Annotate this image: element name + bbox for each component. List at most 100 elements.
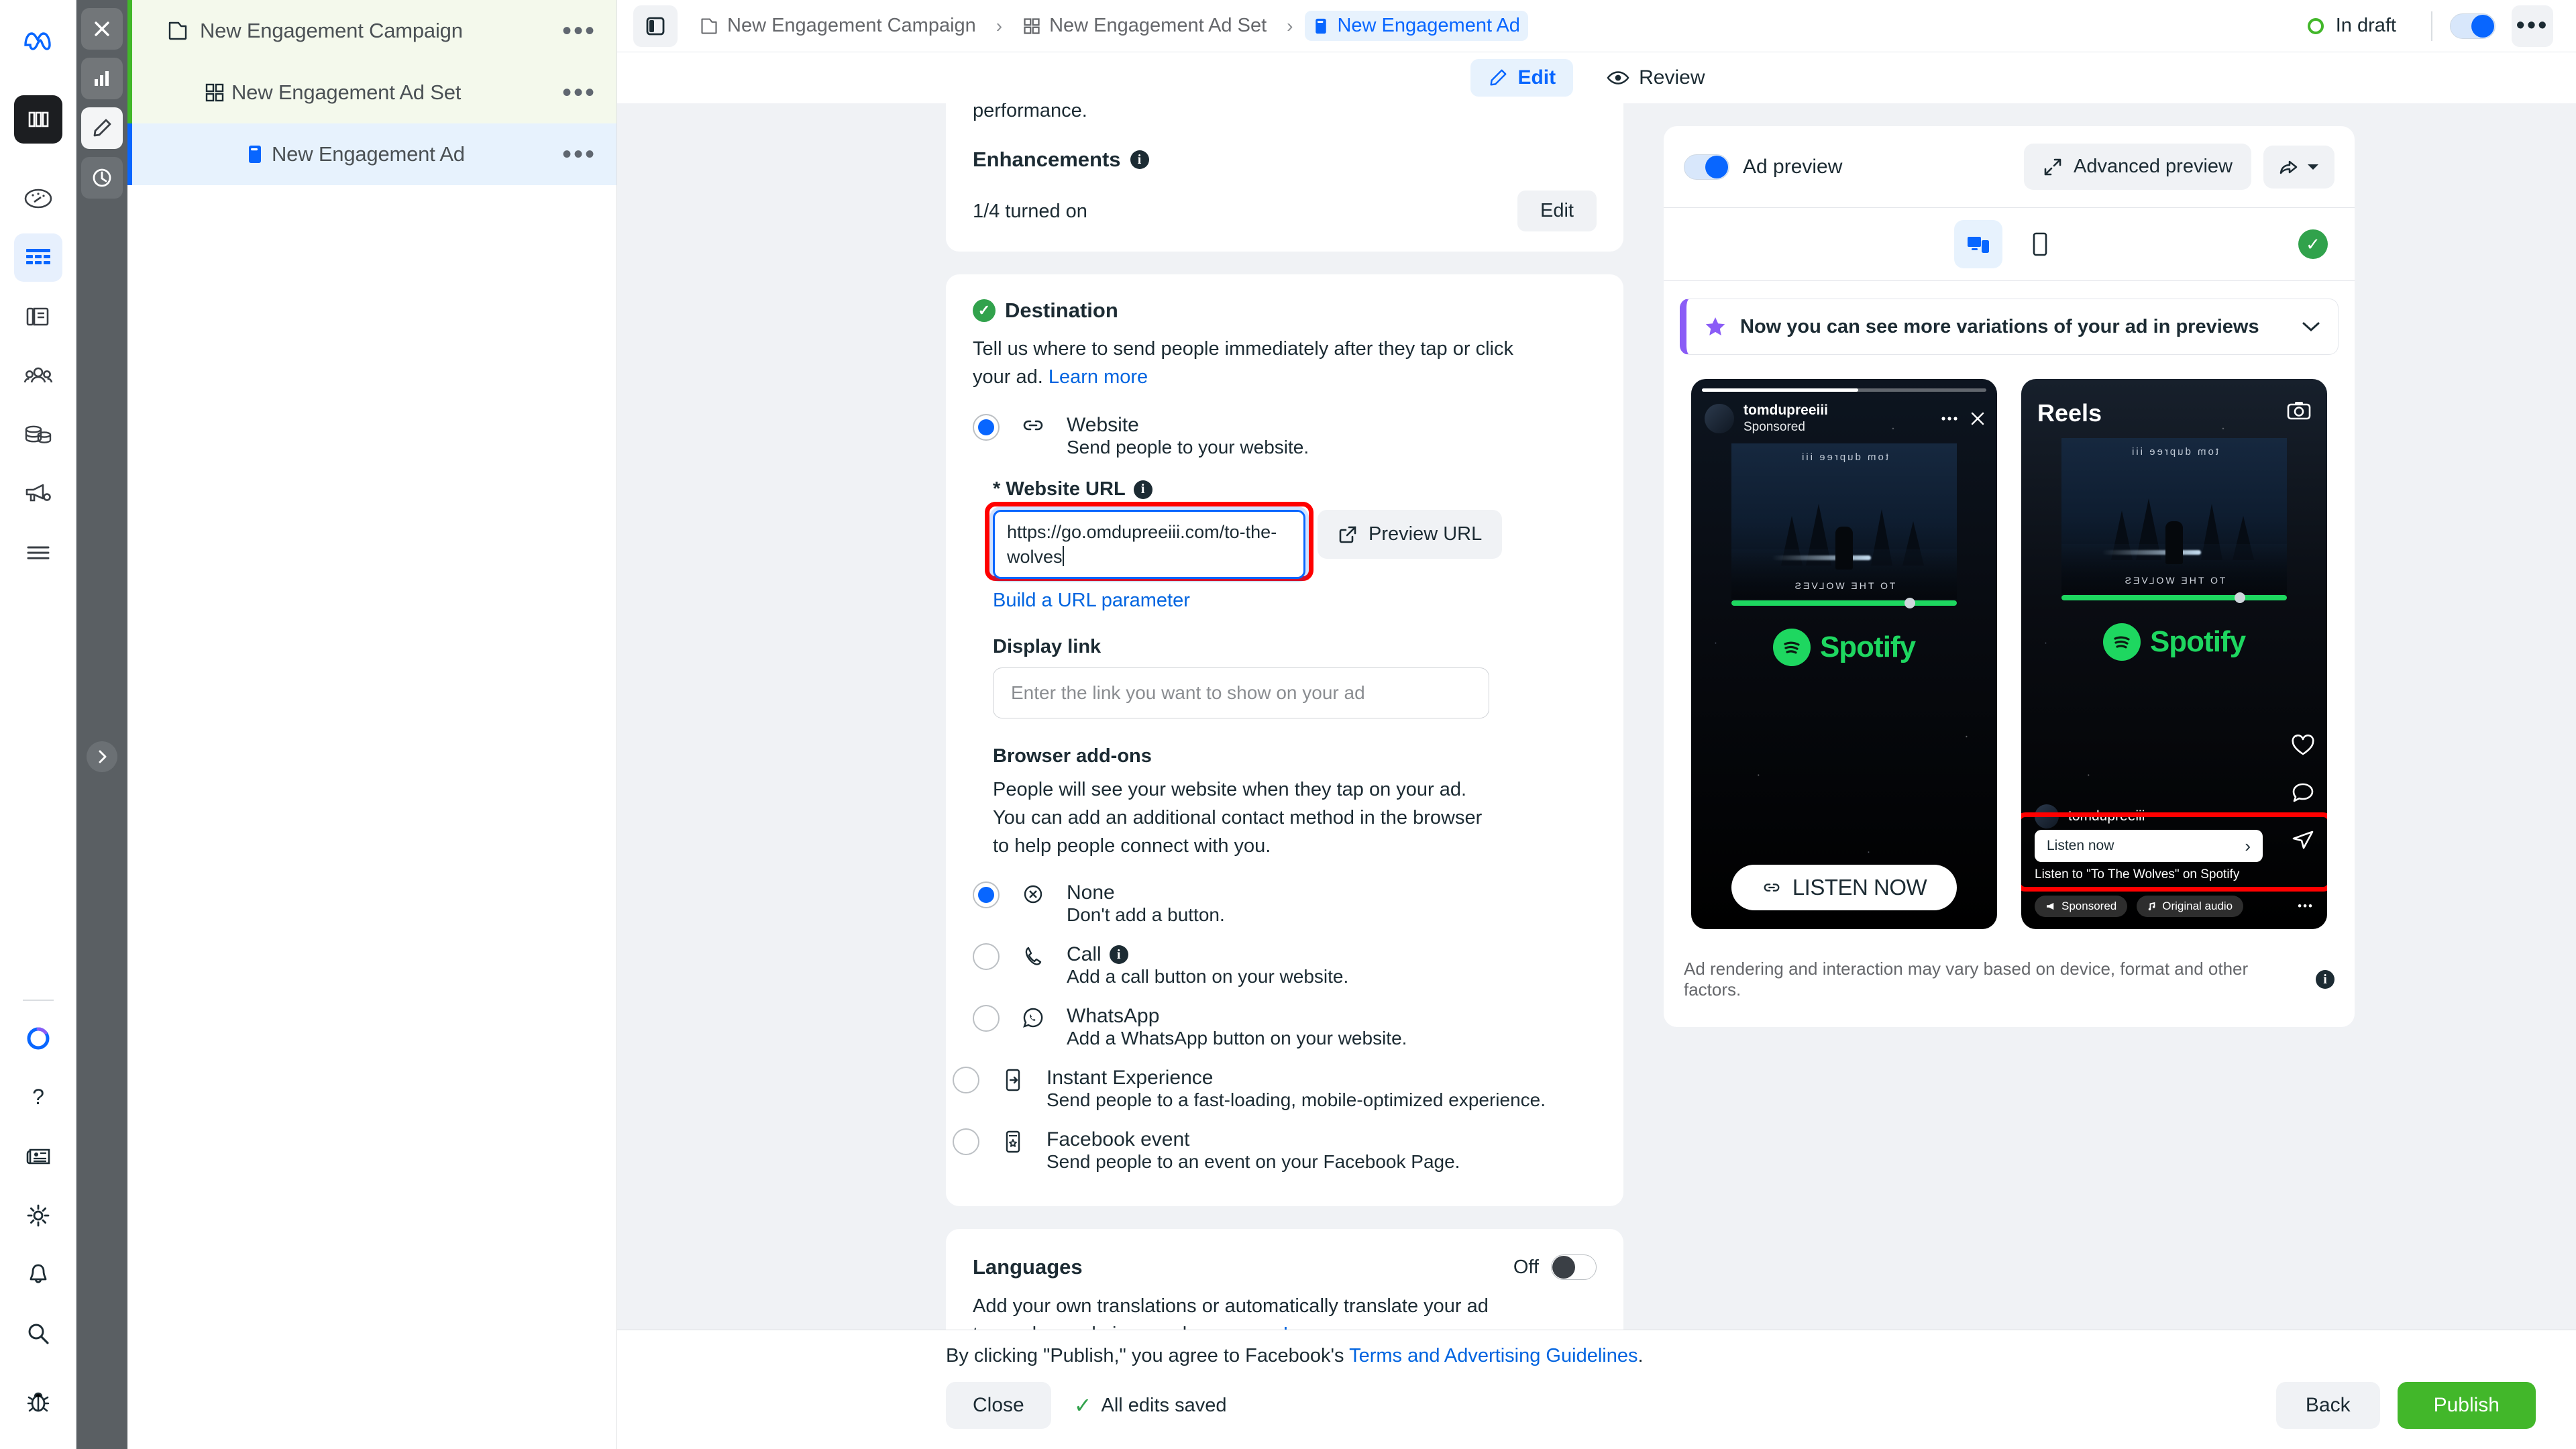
ad-preview-column: Ad preview Advanced preview ✓ Now you ca… [1623, 103, 2576, 1330]
display-link-input[interactable]: Enter the link you want to show on your … [993, 667, 1489, 719]
advanced-preview-button[interactable]: Advanced preview [2024, 144, 2251, 190]
display-link-placeholder: Enter the link you want to show on your … [1011, 682, 1365, 704]
external-link-icon [1339, 526, 1356, 543]
campaigns-table-icon[interactable] [13, 233, 62, 282]
info-icon[interactable]: i [1133, 480, 1152, 499]
mode-mobile-icon[interactable] [2016, 220, 2064, 268]
addon-whatsapp-radio[interactable] [973, 1005, 1000, 1032]
reels-caption: Listen to "To The Wolves" on Spotify [2035, 867, 2240, 881]
mode-all-placements-icon[interactable] [1954, 220, 2002, 268]
preview-url-button[interactable]: Preview URL [1318, 510, 1503, 559]
website-radio[interactable] [973, 414, 1000, 441]
reels-action-rail [2291, 734, 2315, 854]
addon-none-radio[interactable] [973, 881, 1000, 909]
bell-icon[interactable] [14, 1250, 62, 1299]
tab-review[interactable]: Review [1589, 59, 1722, 97]
ad-active-toggle[interactable] [2450, 13, 2496, 39]
gear-icon[interactable] [14, 1191, 62, 1240]
tree-item-adset[interactable]: New Engagement Ad Set ••• [127, 62, 616, 123]
terms-link[interactable]: Terms and Advertising Guidelines [1349, 1345, 1638, 1366]
breadcrumb-adset[interactable]: New Engagement Ad Set [1014, 11, 1275, 41]
addon-facebook-event-radio[interactable] [953, 1128, 979, 1156]
news-icon[interactable] [14, 1132, 62, 1181]
addon-option-facebook-event[interactable]: Facebook event Send people to an event o… [953, 1128, 1597, 1173]
comment-icon[interactable] [2292, 782, 2314, 808]
nav-edit-icon[interactable] [81, 107, 123, 149]
addon-title-row: Call i [1067, 943, 1348, 966]
billing-icon[interactable] [14, 411, 62, 459]
languages-toggle[interactable] [1551, 1254, 1597, 1281]
meta-logo-icon[interactable] [14, 16, 62, 64]
build-url-parameter-link[interactable]: Build a URL parameter [993, 590, 1597, 612]
addon-option-call[interactable]: Call i Add a call button on your website… [973, 943, 1597, 987]
website-url-label: * Website URL [993, 478, 1126, 500]
breadcrumb-campaign[interactable]: New Engagement Campaign [691, 11, 984, 41]
account-overview-icon[interactable] [14, 174, 62, 223]
destination-learn-more-link[interactable]: Learn more [1049, 366, 1148, 388]
addon-option-instant-experience[interactable]: Instant Experience Send people to a fast… [953, 1067, 1597, 1111]
preview-disclaimer: Ad rendering and interaction may vary ba… [1680, 949, 2339, 1010]
breadcrumb-ad[interactable]: New Engagement Ad [1305, 11, 1528, 41]
reels-cta-button[interactable]: Listen now › [2035, 830, 2263, 862]
terms-notice: By clicking "Publish," you agree to Face… [617, 1345, 2576, 1367]
story-preview[interactable]: tomdupreeiii Sponsored tom dupree iii TO… [1691, 379, 1997, 929]
enhancements-value: 1/4 turned on [973, 200, 1087, 222]
camera-icon[interactable] [2287, 400, 2311, 424]
tree-item-menu-icon[interactable]: ••• [562, 17, 596, 44]
tab-edit[interactable]: Edit [1470, 59, 1574, 97]
reels-more-icon[interactable]: ••• [2298, 900, 2314, 913]
publish-button[interactable]: Publish [2397, 1382, 2536, 1429]
story-cta-button[interactable]: LISTEN NOW [1731, 865, 1957, 910]
tree-item-label: New Engagement Campaign [200, 19, 463, 42]
info-icon[interactable]: i [1130, 150, 1149, 170]
languages-learn-more-link[interactable]: Learn more [1283, 1324, 1383, 1330]
tree-item-campaign[interactable]: New Engagement Campaign ••• [127, 0, 616, 62]
ad-preview-toggle[interactable] [1684, 154, 1729, 180]
tree-item-ad[interactable]: New Engagement Ad ••• [127, 123, 616, 185]
tree-item-menu-icon[interactable]: ••• [562, 141, 596, 168]
destination-option-website[interactable]: Website Send people to your website. [973, 414, 1597, 458]
grid-icon [198, 82, 231, 103]
enhancements-edit-button[interactable]: Edit [1517, 191, 1597, 232]
website-url-value: https://go.omdupreeiii.com/to-the-wolves [1007, 522, 1277, 567]
folder-icon [701, 17, 717, 34]
reels-account-row[interactable]: tomdupreeiii [2035, 804, 2145, 828]
ad-preview-label: Ad preview [1743, 155, 1843, 178]
share-icon[interactable] [2292, 829, 2314, 854]
tree-item-menu-icon[interactable]: ••• [562, 79, 596, 106]
close-button[interactable]: Close [946, 1382, 1051, 1429]
back-button[interactable]: Back [2275, 1382, 2380, 1429]
advanced-preview-label: Advanced preview [2074, 156, 2233, 177]
toggle-side-panel-icon[interactable] [633, 5, 678, 47]
destination-description: Tell us where to send people immediately… [973, 335, 1523, 391]
display-link-label: Display link [993, 636, 1102, 658]
nav-history-icon[interactable] [81, 157, 123, 199]
ad-creatives-icon[interactable] [14, 292, 62, 341]
addon-option-none[interactable]: None Don't add a button. [973, 881, 1597, 926]
addon-option-whatsapp[interactable]: WhatsApp Add a WhatsApp button on your w… [973, 1005, 1597, 1049]
bug-report-icon[interactable] [14, 1378, 62, 1426]
addon-call-radio[interactable] [973, 943, 1000, 971]
nav-chart-icon[interactable] [81, 58, 123, 99]
all-tools-menu-icon[interactable] [14, 529, 62, 577]
addon-instant-experience-radio[interactable] [953, 1067, 979, 1094]
info-icon[interactable]: i [1109, 945, 1128, 965]
audiences-icon[interactable] [14, 352, 62, 400]
more-options-icon[interactable]: ••• [2512, 5, 2553, 47]
business-suite-icon[interactable] [13, 95, 62, 144]
preview-variations-banner[interactable]: Now you can see more variations of your … [1680, 299, 2339, 355]
like-icon[interactable] [2291, 734, 2315, 760]
help-icon[interactable]: ? [14, 1073, 62, 1122]
close-nav-icon[interactable] [81, 8, 123, 50]
info-icon[interactable]: i [2316, 970, 2334, 989]
brand-safety-icon[interactable] [14, 470, 62, 518]
search-icon[interactable] [14, 1309, 62, 1358]
website-url-input[interactable]: https://go.omdupreeiii.com/to-the-wolves [993, 510, 1305, 580]
preview-mode-switch: ✓ [1664, 208, 2355, 281]
share-preview-button[interactable] [2263, 145, 2334, 189]
enhancements-cut-text: performance. [973, 103, 1087, 121]
preview-disclaimer-text: Ad rendering and interaction may vary ba… [1684, 959, 2249, 1000]
reels-preview[interactable]: Reels tom dupree iii TO THE WOLVES Spoti… [2021, 379, 2327, 929]
expand-nav-icon[interactable] [87, 741, 117, 772]
website-option-title: Website [1067, 414, 1139, 437]
